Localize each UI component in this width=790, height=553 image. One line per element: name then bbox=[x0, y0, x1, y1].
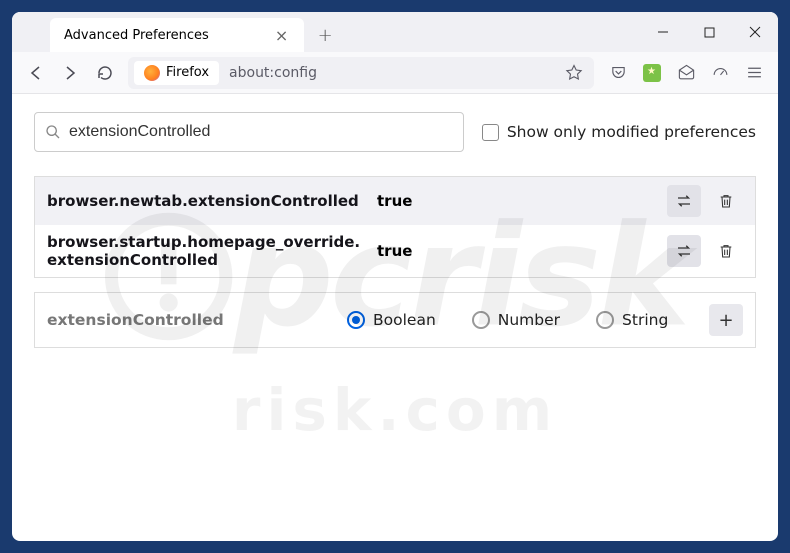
pocket-icon[interactable] bbox=[602, 57, 634, 89]
trash-icon bbox=[718, 242, 734, 260]
radio-icon bbox=[596, 311, 614, 329]
menu-icon[interactable] bbox=[738, 57, 770, 89]
toggle-icon bbox=[675, 243, 693, 259]
pref-row: browser.startup.homepage_override.extens… bbox=[35, 225, 755, 277]
show-modified-label: Show only modified preferences bbox=[507, 123, 756, 141]
tab-title: Advanced Preferences bbox=[64, 28, 209, 43]
pref-name: browser.newtab.extensionControlled bbox=[47, 192, 377, 210]
radio-label: String bbox=[622, 311, 668, 329]
search-input[interactable] bbox=[69, 123, 453, 141]
pref-value: true bbox=[377, 242, 667, 260]
close-tab-icon[interactable]: × bbox=[269, 26, 294, 45]
radio-icon bbox=[347, 311, 365, 329]
about-config-content: Show only modified preferences browser.n… bbox=[12, 94, 778, 541]
radio-number[interactable]: Number bbox=[472, 311, 560, 329]
identity-box[interactable]: Firefox bbox=[134, 61, 219, 85]
forward-button[interactable] bbox=[54, 57, 86, 89]
add-pref-button[interactable]: + bbox=[709, 304, 743, 336]
url-text: about:config bbox=[225, 65, 317, 81]
preferences-table: browser.newtab.extensionControlled true … bbox=[34, 176, 756, 278]
search-row: Show only modified preferences bbox=[34, 112, 756, 152]
window-controls bbox=[640, 12, 778, 52]
speed-icon[interactable] bbox=[704, 57, 736, 89]
delete-button[interactable] bbox=[709, 185, 743, 217]
new-pref-row: extensionControlled Boolean Number Strin… bbox=[34, 292, 756, 348]
browser-window: Advanced Preferences × + bbox=[12, 12, 778, 541]
show-modified-checkbox[interactable]: Show only modified preferences bbox=[482, 123, 756, 141]
new-pref-name: extensionControlled bbox=[47, 311, 347, 329]
pref-value: true bbox=[377, 192, 667, 210]
toggle-button[interactable] bbox=[667, 235, 701, 267]
toggle-icon bbox=[675, 193, 693, 209]
checkbox-icon bbox=[482, 124, 499, 141]
navigation-toolbar: Firefox about:config bbox=[12, 52, 778, 94]
new-tab-button[interactable]: + bbox=[310, 20, 340, 50]
search-box[interactable] bbox=[34, 112, 464, 152]
radio-label: Number bbox=[498, 311, 560, 329]
reload-button[interactable] bbox=[88, 57, 120, 89]
extension-icon[interactable] bbox=[636, 57, 668, 89]
maximize-button[interactable] bbox=[686, 12, 732, 52]
delete-button[interactable] bbox=[709, 235, 743, 267]
identity-label: Firefox bbox=[166, 65, 209, 80]
radio-string[interactable]: String bbox=[596, 311, 668, 329]
pref-name: browser.startup.homepage_override.extens… bbox=[47, 233, 377, 269]
bookmark-star-icon[interactable] bbox=[560, 64, 588, 82]
minimize-button[interactable] bbox=[640, 12, 686, 52]
active-tab[interactable]: Advanced Preferences × bbox=[50, 18, 304, 52]
firefox-icon bbox=[144, 65, 160, 81]
radio-label: Boolean bbox=[373, 311, 436, 329]
trash-icon bbox=[718, 192, 734, 210]
close-window-button[interactable] bbox=[732, 12, 778, 52]
search-icon bbox=[45, 124, 61, 140]
titlebar: Advanced Preferences × + bbox=[12, 12, 778, 52]
radio-boolean[interactable]: Boolean bbox=[347, 311, 436, 329]
toggle-button[interactable] bbox=[667, 185, 701, 217]
radio-icon bbox=[472, 311, 490, 329]
pref-actions bbox=[667, 185, 743, 217]
pref-row: browser.newtab.extensionControlled true bbox=[35, 177, 755, 225]
back-button[interactable] bbox=[20, 57, 52, 89]
url-bar[interactable]: Firefox about:config bbox=[128, 57, 594, 89]
inbox-icon[interactable] bbox=[670, 57, 702, 89]
type-radio-group: Boolean Number String bbox=[347, 311, 709, 329]
pref-actions bbox=[667, 235, 743, 267]
